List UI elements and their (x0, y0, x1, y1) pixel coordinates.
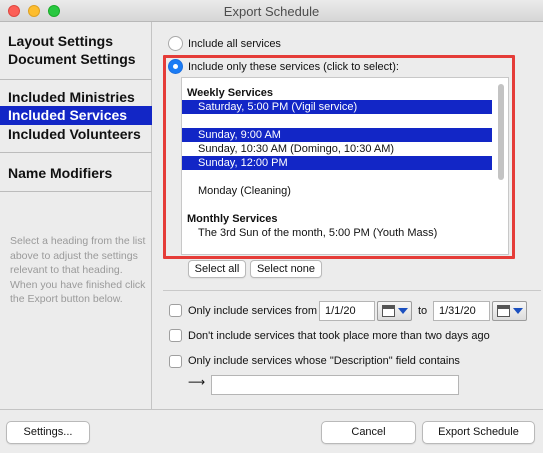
list-item-sunday-1030am[interactable]: Sunday, 10:30 AM (Domingo, 10:30 AM) (182, 142, 492, 156)
sidebar-divider (0, 152, 152, 153)
date-from-picker-button[interactable] (377, 301, 412, 321)
calendar-icon (497, 305, 510, 317)
date-range-checkbox[interactable] (169, 304, 182, 317)
window-title: Export Schedule (223, 4, 320, 19)
section-divider (163, 290, 541, 291)
sidebar-divider (0, 79, 152, 80)
date-range-label: Only include services from (188, 305, 317, 317)
list-item-sunday-12pm[interactable]: Sunday, 12:00 PM (182, 156, 492, 170)
cancel-button[interactable]: Cancel (321, 421, 416, 444)
sidebar-item-included-volunteers[interactable]: Included Volunteers (0, 125, 152, 144)
sidebar-item-name-modifiers[interactable]: Name Modifiers (0, 164, 152, 183)
export-schedule-button[interactable]: Export Schedule (422, 421, 535, 444)
title-bar: Export Schedule (0, 0, 543, 22)
recent-services-label: Don't include services that took place m… (188, 330, 490, 342)
include-only-label[interactable]: Include only these services (click to se… (188, 61, 399, 73)
date-from-field[interactable]: 1/1/20 (319, 301, 375, 321)
sidebar-help-text: Select a heading from the list above to … (10, 235, 146, 305)
description-filter-label: Only include services whose "Description… (188, 355, 460, 367)
list-heading-monthly: Monthly Services (187, 213, 278, 225)
sidebar-divider (0, 191, 152, 192)
date-to-picker-button[interactable] (492, 301, 527, 321)
recent-services-checkbox[interactable] (169, 329, 182, 342)
list-item-monday-cleaning[interactable]: Monday (Cleaning) (182, 184, 492, 198)
list-item-saturday-vigil[interactable]: Saturday, 5:00 PM (Vigil service) (182, 100, 492, 114)
sidebar-item-included-services[interactable]: Included Services (0, 106, 152, 125)
include-all-label[interactable]: Include all services (188, 38, 281, 50)
sidebar-item-document-settings[interactable]: Document Settings (0, 50, 152, 69)
include-all-radio[interactable] (168, 36, 183, 51)
list-scrollbar[interactable] (498, 84, 504, 180)
chevron-down-icon (398, 308, 408, 314)
list-heading-weekly: Weekly Services (187, 87, 274, 99)
settings-button[interactable]: Settings... (6, 421, 90, 444)
services-list[interactable]: Weekly Services Saturday, 5:00 PM (Vigil… (181, 77, 509, 255)
export-schedule-window: Export Schedule Layout Settings Document… (0, 0, 543, 453)
calendar-icon (382, 305, 395, 317)
list-item-third-sunday-youth-mass[interactable]: The 3rd Sun of the month, 5:00 PM (Youth… (182, 226, 492, 240)
select-all-button[interactable]: Select all (188, 260, 246, 278)
description-filter-checkbox[interactable] (169, 355, 182, 368)
included-services-panel: Include all services Include only these … (153, 22, 543, 409)
description-text-input[interactable] (211, 375, 459, 395)
arrow-right-icon: ⟶ (188, 375, 206, 389)
sidebar: Layout Settings Document Settings Includ… (0, 22, 152, 409)
list-item-sunday-9am[interactable]: Sunday, 9:00 AM (182, 128, 492, 142)
sidebar-item-layout-settings[interactable]: Layout Settings (0, 32, 152, 51)
chevron-down-icon (513, 308, 523, 314)
footer-bar: Settings... Cancel Export Schedule (0, 409, 543, 453)
date-to-label: to (418, 305, 428, 317)
include-only-radio[interactable] (168, 59, 183, 74)
date-to-field[interactable]: 1/31/20 (433, 301, 490, 321)
sidebar-item-included-ministries[interactable]: Included Ministries (0, 88, 152, 107)
select-none-button[interactable]: Select none (250, 260, 322, 278)
